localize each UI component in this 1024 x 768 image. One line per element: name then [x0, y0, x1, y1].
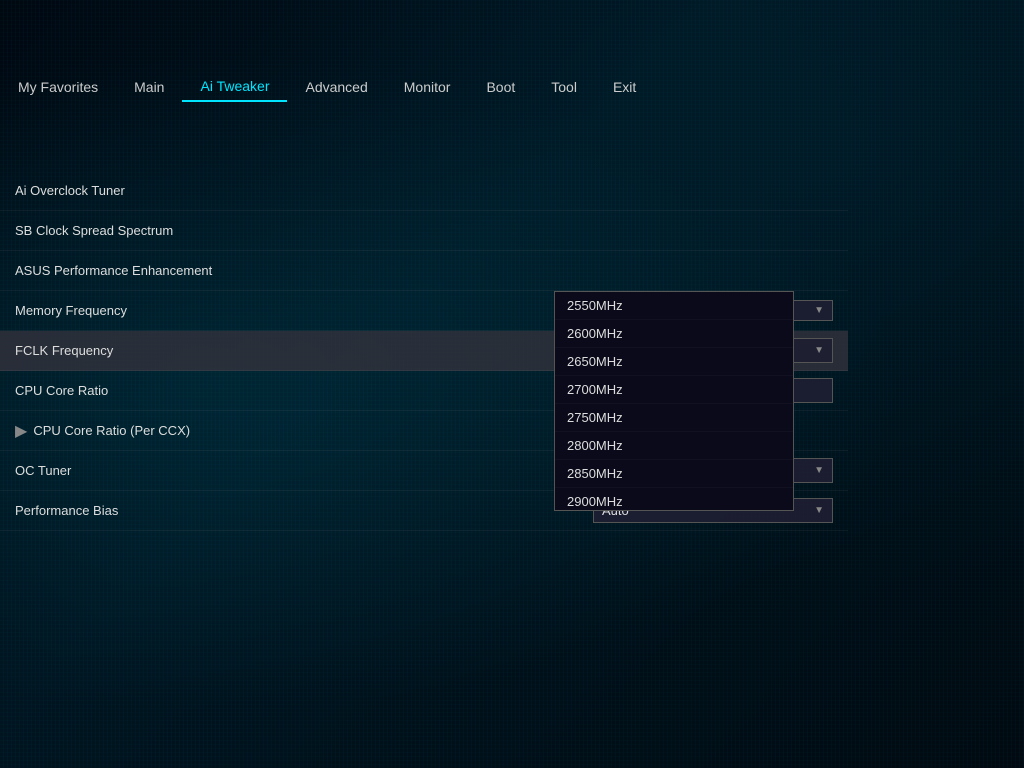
- setting-label: FCLK Frequency: [15, 343, 593, 358]
- nav-my-favorites[interactable]: My Favorites: [0, 72, 116, 102]
- dropdown-arrow-icon: ▼: [814, 465, 824, 476]
- nav-main[interactable]: Main: [116, 72, 182, 102]
- setting-ai-overclock[interactable]: Ai Overclock Tuner: [0, 171, 848, 211]
- dropdown-arrow-icon: ▼: [814, 305, 824, 316]
- setting-label: CPU Core Ratio: [15, 383, 593, 398]
- dropdown-item[interactable]: 2600MHz: [555, 320, 793, 348]
- dropdown-item[interactable]: 2700MHz: [555, 376, 793, 404]
- left-panel: Target CPU Speed : 3800MHz Target DRAM F…: [0, 104, 849, 738]
- nav-advanced[interactable]: Advanced: [287, 72, 385, 102]
- memory-freq-dropdown-overlay[interactable]: 2550MHz 2600MHz 2650MHz 2700MHz 2750MHz …: [554, 291, 794, 511]
- nav-boot[interactable]: Boot: [468, 72, 533, 102]
- dropdown-arrow-icon: ▼: [814, 505, 824, 516]
- dropdown-item[interactable]: 2800MHz: [555, 432, 793, 460]
- dropdown-item[interactable]: 2750MHz: [555, 404, 793, 432]
- dropdown-item[interactable]: 2850MHz: [555, 460, 793, 488]
- dropdown-item[interactable]: 2550MHz: [555, 292, 793, 320]
- setting-label: Ai Overclock Tuner: [15, 183, 833, 198]
- dropdown-item[interactable]: 2650MHz: [555, 348, 793, 376]
- setting-sb-clock[interactable]: SB Clock Spread Spectrum: [0, 211, 848, 251]
- setting-label: SB Clock Spread Spectrum: [15, 223, 833, 238]
- dropdown-arrow-icon: ▼: [814, 345, 824, 356]
- setting-label: ASUS Performance Enhancement: [15, 263, 833, 278]
- setting-asus-performance[interactable]: ASUS Performance Enhancement: [0, 251, 848, 291]
- nav-tool[interactable]: Tool: [533, 72, 595, 102]
- setting-label: OC Tuner: [15, 463, 593, 478]
- setting-label: Performance Bias: [15, 503, 593, 518]
- dropdown-item[interactable]: 2900MHz: [555, 488, 793, 511]
- nav-exit[interactable]: Exit: [595, 72, 654, 102]
- nav-ai-tweaker[interactable]: Ai Tweaker: [182, 72, 287, 102]
- settings-list: Ai Overclock Tuner SB Clock Spread Spect…: [0, 171, 848, 688]
- expand-icon: ▶: [15, 421, 27, 441]
- nav-monitor[interactable]: Monitor: [386, 72, 469, 102]
- setting-label: Memory Frequency: [15, 303, 593, 318]
